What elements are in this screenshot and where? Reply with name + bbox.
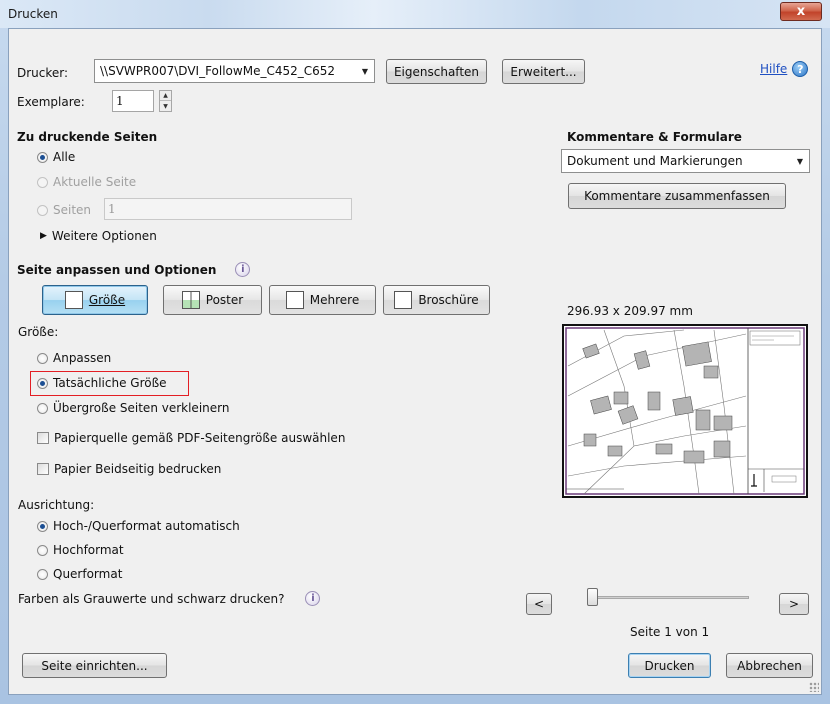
pages-range-input[interactable]: 1 <box>104 198 352 220</box>
tab-poster[interactable]: Poster <box>163 285 262 315</box>
radio-portrait-indicator[interactable] <box>37 544 48 556</box>
radio-landscape-label: Querformat <box>53 567 123 581</box>
radio-fit[interactable]: Anpassen <box>37 351 111 365</box>
printer-select[interactable]: \\SVWPR007\DVI_FollowMe_C452_C652 ▼ <box>94 59 375 83</box>
radio-actual-size-label: Tatsächliche Größe <box>53 376 167 390</box>
title-bar: Drucken x <box>0 0 830 28</box>
tab-booklet-label: Broschüre <box>418 293 479 307</box>
radio-shrink[interactable]: Übergroße Seiten verkleinern <box>37 401 229 415</box>
printer-select-value: \\SVWPR007\DVI_FollowMe_C452_C652 <box>100 64 336 78</box>
radio-fit-label: Anpassen <box>53 351 112 365</box>
radio-current-page-indicator[interactable] <box>37 176 48 188</box>
tab-booklet[interactable]: Broschüre <box>383 285 490 315</box>
printer-label: Drucker: <box>17 66 69 80</box>
help-link-row[interactable]: Hilfe ? <box>760 61 809 77</box>
radio-pages-indicator[interactable] <box>37 204 48 216</box>
duplex-checkbox-box[interactable] <box>37 463 49 475</box>
chevron-up-icon[interactable]: ▲ <box>160 91 171 101</box>
radio-pages-label: Seiten <box>53 203 92 217</box>
properties-button[interactable]: Eigenschaften <box>386 59 487 84</box>
page-indicator: Seite 1 von 1 <box>630 625 710 639</box>
radio-orientation-auto-label: Hoch-/Querformat automatisch <box>53 519 240 533</box>
booklet-icon <box>394 291 413 309</box>
radio-actual-size[interactable]: Tatsächliche Größe <box>37 376 167 390</box>
page-slider-track[interactable] <box>589 596 749 599</box>
site-plan-thumbnail <box>565 327 805 495</box>
more-options-label: Weitere Optionen <box>51 229 157 243</box>
help-link[interactable]: Hilfe <box>760 62 787 76</box>
radio-fit-indicator[interactable] <box>37 352 48 364</box>
tab-size-label: Größe <box>88 293 126 307</box>
triangle-right-icon[interactable]: ▶ <box>40 231 47 241</box>
grayscale-label: Farben als Grauwerte und schwarz drucken… <box>18 591 285 606</box>
previous-page-button[interactable]: < <box>526 593 552 615</box>
more-options-toggle[interactable]: ▶ Weitere Optionen <box>40 229 157 243</box>
paper-source-checkbox[interactable]: Papierquelle gemäß PDF-Seitengröße auswä… <box>37 431 345 445</box>
poster-icon <box>181 291 200 309</box>
comments-select-value: Dokument und Markierungen <box>567 154 743 168</box>
radio-orientation-auto-indicator[interactable] <box>37 520 48 532</box>
fit-heading: Seite anpassen und Optionen <box>17 262 217 277</box>
size-label: Größe: <box>18 325 59 339</box>
radio-landscape-indicator[interactable] <box>37 568 48 580</box>
paper-source-checkbox-box[interactable] <box>37 432 49 444</box>
radio-portrait[interactable]: Hochformat <box>37 543 124 557</box>
tab-size[interactable]: Größe <box>42 285 148 315</box>
radio-all-indicator[interactable] <box>37 151 48 163</box>
help-icon[interactable]: ? <box>792 61 809 77</box>
copies-label: Exemplare: <box>17 95 85 109</box>
print-dialog-window: Drucken x Drucker: \\SVWPR007\DVI_Follow… <box>0 0 830 704</box>
chevron-down-icon: ▼ <box>796 156 804 166</box>
page-setup-button[interactable]: Seite einrichten... <box>22 653 167 678</box>
radio-pages[interactable]: Seiten <box>37 203 91 217</box>
copies-stepper[interactable]: ▲ ▼ <box>159 90 172 112</box>
comments-select[interactable]: Dokument und Markierungen ▼ <box>561 149 810 173</box>
chevron-down-icon[interactable]: ▼ <box>160 101 171 111</box>
radio-current-page-label: Aktuelle Seite <box>53 175 137 189</box>
radio-actual-size-indicator[interactable] <box>37 377 48 389</box>
next-page-button[interactable]: > <box>779 593 809 615</box>
cancel-button[interactable]: Abbrechen <box>726 653 813 678</box>
tab-poster-label: Poster <box>205 293 244 307</box>
paper-source-label: Papierquelle gemäß PDF-Seitengröße auswä… <box>54 431 346 445</box>
window-title: Drucken <box>8 7 58 21</box>
close-button[interactable]: x <box>780 2 822 21</box>
info-icon[interactable]: i <box>305 591 321 606</box>
radio-current-page[interactable]: Aktuelle Seite <box>37 175 136 189</box>
tab-multiple-label: Mehrere <box>309 293 360 307</box>
chevron-down-icon: ▼ <box>361 66 369 76</box>
page-preview <box>562 324 808 498</box>
resize-grip[interactable] <box>809 682 819 692</box>
radio-shrink-indicator[interactable] <box>37 402 48 414</box>
print-button[interactable]: Drucken <box>628 653 711 678</box>
summarize-comments-button[interactable]: Kommentare zusammenfassen <box>568 183 786 209</box>
radio-landscape[interactable]: Querformat <box>37 567 122 581</box>
advanced-button[interactable]: Erweitert... <box>502 59 585 84</box>
grayscale-row: Farben als Grauwerte und schwarz drucken… <box>18 591 321 606</box>
dialog-content: Drucker: \\SVWPR007\DVI_FollowMe_C452_C6… <box>8 28 822 695</box>
orientation-label: Ausrichtung: <box>18 498 95 512</box>
radio-shrink-label: Übergroße Seiten verkleinern <box>53 401 230 415</box>
pages-heading: Zu druckende Seiten <box>17 130 158 144</box>
duplex-label: Papier Beidseitig bedrucken <box>54 462 222 476</box>
multiple-pages-icon <box>285 291 304 309</box>
fit-heading-row: Seite anpassen und Optionen i <box>17 262 251 277</box>
copies-input[interactable]: 1 <box>112 90 154 112</box>
info-icon[interactable]: i <box>235 262 251 277</box>
radio-portrait-label: Hochformat <box>53 543 124 557</box>
radio-all[interactable]: Alle <box>37 150 75 164</box>
comments-heading: Kommentare & Formulare <box>567 130 742 144</box>
preview-dimensions: 296.93 x 209.97 mm <box>567 304 693 318</box>
radio-orientation-auto[interactable]: Hoch-/Querformat automatisch <box>37 519 240 533</box>
tab-multiple[interactable]: Mehrere <box>269 285 376 315</box>
page-slider-thumb[interactable] <box>587 588 598 606</box>
radio-all-label: Alle <box>53 150 76 164</box>
page-size-icon <box>64 291 83 309</box>
duplex-checkbox[interactable]: Papier Beidseitig bedrucken <box>37 462 221 476</box>
